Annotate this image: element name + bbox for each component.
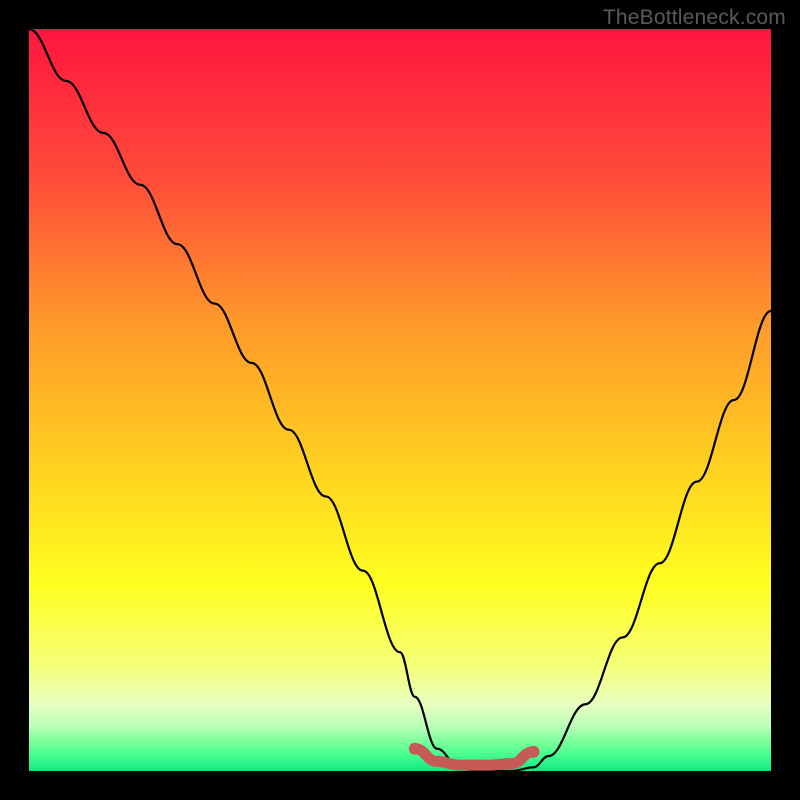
bottleneck-chart: [29, 29, 771, 771]
marker-dot: [409, 743, 421, 755]
chart-svg: [29, 29, 771, 771]
marker-dot: [528, 746, 540, 758]
chart-background: [29, 29, 771, 771]
watermark-text: TheBottleneck.com: [603, 6, 786, 30]
